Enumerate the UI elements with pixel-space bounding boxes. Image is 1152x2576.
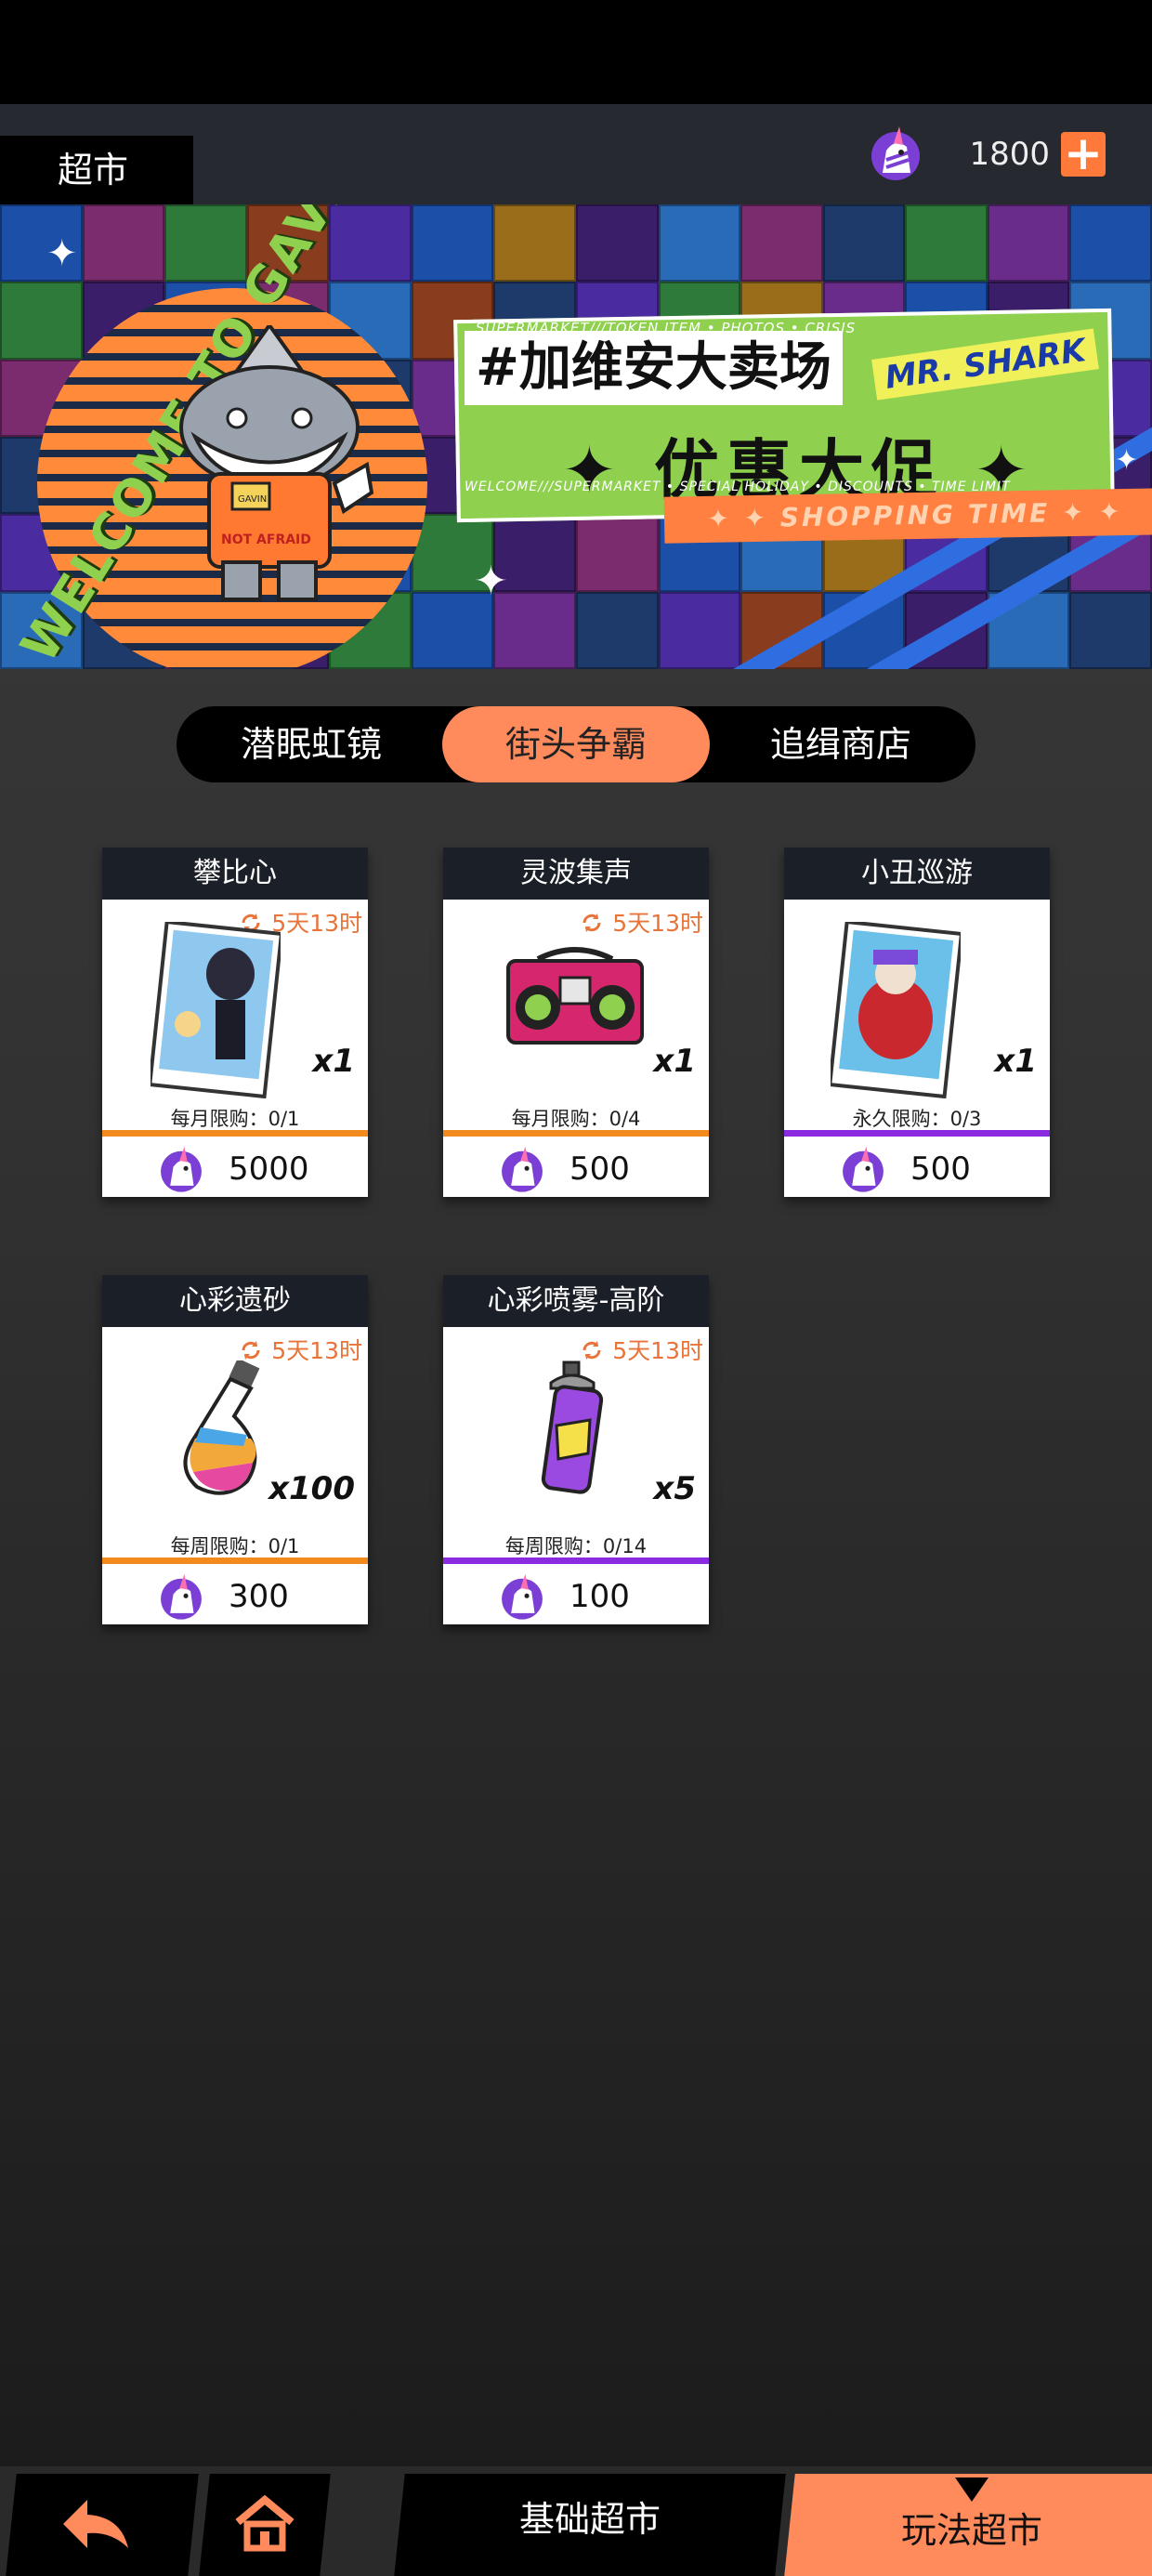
sparkle-icon: ✦: [474, 558, 508, 605]
item-quantity: x1: [312, 1043, 355, 1080]
refresh-icon: [583, 913, 601, 932]
rarity-bar: [784, 1130, 1050, 1137]
status-bar: [0, 0, 1152, 104]
rarity-bar: [102, 1130, 368, 1137]
unicorn-coin-icon: [161, 1146, 202, 1192]
shopping-time-stripe: ✦ ✦ SHOPPING TIME ✦ ✦: [663, 488, 1152, 544]
item-quantity: x1: [994, 1043, 1037, 1080]
rainbow-sand-bottle-icon: [183, 1360, 260, 1495]
character-card-icon: [151, 922, 281, 1098]
basic-supermarket-label: 基础超市: [518, 2499, 661, 2540]
shark-mascot-icon: GAVIN NOT AFRAID: [179, 325, 374, 601]
product-name: 心彩遗砂: [102, 1275, 368, 1327]
tab-qianmian[interactable]: 潜眠虹镜: [177, 706, 446, 782]
back-arrow-icon: [63, 2500, 128, 2548]
product-card[interactable]: 心彩遗砂 5天13时 x100 每周限购：0/1 300: [102, 1275, 368, 1624]
product-name: 攀比心: [102, 848, 368, 900]
hashtag-title: #加维安大卖场: [465, 331, 843, 405]
product-name: 心彩喷雾-高阶: [443, 1275, 709, 1327]
product-card[interactable]: 心彩喷雾-高阶 5天13时 x5 每周限购：0/14 100: [443, 1275, 709, 1624]
item-quantity: x5: [653, 1470, 696, 1507]
purchase-limit: 每周限购：0/1: [170, 1535, 300, 1557]
page-title: 超市: [0, 136, 193, 204]
unicorn-coin-icon: [161, 1573, 202, 1620]
unicorn-coin-icon: [843, 1146, 884, 1192]
purchase-limit: 每周限购：0/14: [504, 1535, 648, 1557]
unicorn-coin-icon: [871, 126, 920, 180]
timer-text: 5天13时: [612, 910, 703, 937]
rarity-bar: [102, 1557, 368, 1564]
boombox-icon: [506, 947, 644, 1045]
unicorn-coin-icon: [502, 1573, 543, 1620]
category-tabs: 潜眠虹镜 街头争霸 追缉商店: [177, 706, 975, 782]
product-card[interactable]: 小丑巡游 x1 永久限购：0/3 500: [784, 848, 1050, 1197]
spray-can-icon: [541, 1360, 604, 1494]
purchase-limit: 每月限购：0/4: [511, 1108, 641, 1130]
product-card[interactable]: 攀比心 5天13时 x1 每月限购：0/1 5000: [102, 848, 368, 1197]
product-price: 100: [569, 1578, 630, 1615]
product-price: 500: [569, 1150, 630, 1188]
item-quantity: x1: [653, 1043, 696, 1080]
refresh-timer: 5天13时: [581, 905, 703, 939]
clown-card-icon: [831, 922, 961, 1098]
product-price: 5000: [229, 1150, 309, 1188]
refresh-icon: [242, 1341, 260, 1360]
promo-banner: WELCOME TO GAVIN CITY GAVIN NOT AFRAID S…: [0, 204, 1152, 669]
currency-amount: 1800: [969, 136, 1050, 173]
plus-icon: +: [1064, 126, 1103, 180]
add-currency-button[interactable]: +: [1061, 130, 1106, 177]
product-price: 500: [910, 1150, 971, 1188]
refresh-icon: [583, 1341, 601, 1360]
shirt-text: NOT AFRAID: [221, 532, 311, 547]
purchase-limit: 永久限购：0/3: [852, 1108, 982, 1130]
timer-text: 5天13时: [271, 910, 362, 937]
tab-zhuiji[interactable]: 追缉商店: [706, 706, 975, 782]
rarity-bar: [443, 1557, 709, 1564]
gameplay-supermarket-label: 玩法超市: [900, 2510, 1042, 2551]
item-quantity: x100: [268, 1470, 355, 1507]
rarity-bar: [443, 1130, 709, 1137]
product-name: 灵波集声: [443, 848, 709, 900]
home-icon: [235, 2494, 295, 2552]
sparkle-icon: ✦: [46, 232, 78, 275]
unicorn-coin-icon: [502, 1146, 543, 1192]
supermarket-screen: 超市 1800 + WELCOME TO GAVIN CITY GAVIN: [0, 0, 1152, 2576]
timer-text: 5天13时: [271, 1337, 362, 1364]
product-card[interactable]: 灵波集声 5天13时 x1 每月限购：0/4 500: [443, 848, 709, 1197]
product-name: 小丑巡游: [784, 848, 1050, 900]
sparkle-icon: ✦: [1115, 444, 1139, 477]
product-price: 300: [229, 1578, 289, 1615]
tab-jietou[interactable]: 街头争霸: [442, 706, 710, 782]
chain-text: GAVIN: [238, 494, 267, 505]
purchase-limit: 每月限购：0/1: [170, 1108, 300, 1130]
timer-text: 5天13时: [612, 1337, 703, 1364]
